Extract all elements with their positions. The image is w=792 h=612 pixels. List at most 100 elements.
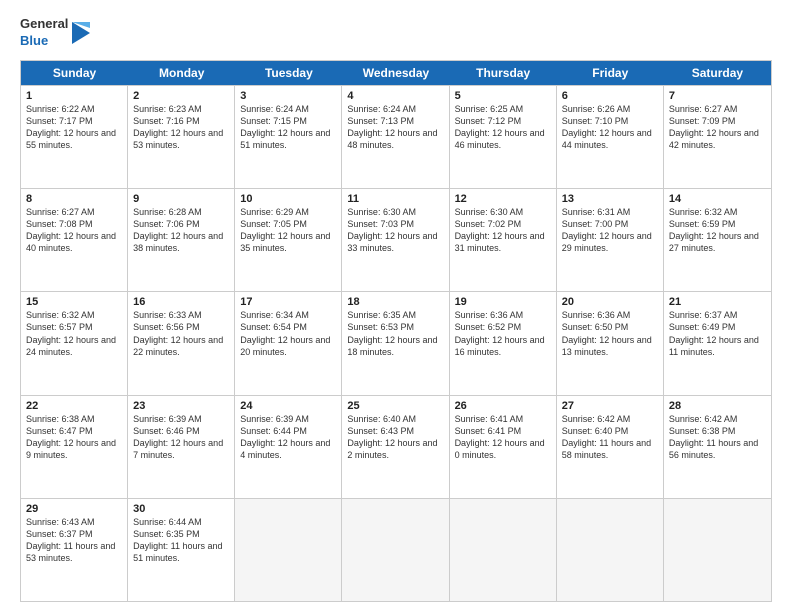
day-number: 25: [347, 400, 443, 412]
calendar-cell: 24 Sunrise: 6:39 AM Sunset: 6:44 PM Dayl…: [235, 396, 342, 498]
header-wednesday: Wednesday: [342, 61, 449, 85]
calendar-cell: 1 Sunrise: 6:22 AM Sunset: 7:17 PM Dayli…: [21, 86, 128, 188]
day-number: 18: [347, 296, 443, 308]
day-info: Sunrise: 6:30 AM Sunset: 7:03 PM Dayligh…: [347, 206, 443, 255]
calendar-row: 8 Sunrise: 6:27 AM Sunset: 7:08 PM Dayli…: [21, 188, 771, 291]
header-tuesday: Tuesday: [235, 61, 342, 85]
day-number: 28: [669, 400, 766, 412]
day-number: 8: [26, 193, 122, 205]
day-number: 22: [26, 400, 122, 412]
calendar-cell: 6 Sunrise: 6:26 AM Sunset: 7:10 PM Dayli…: [557, 86, 664, 188]
calendar-cell: 28 Sunrise: 6:42 AM Sunset: 6:38 PM Dayl…: [664, 396, 771, 498]
header-thursday: Thursday: [450, 61, 557, 85]
day-number: 24: [240, 400, 336, 412]
calendar-cell: 11 Sunrise: 6:30 AM Sunset: 7:03 PM Dayl…: [342, 189, 449, 291]
calendar-cell: 9 Sunrise: 6:28 AM Sunset: 7:06 PM Dayli…: [128, 189, 235, 291]
day-info: Sunrise: 6:28 AM Sunset: 7:06 PM Dayligh…: [133, 206, 229, 255]
calendar-cell: 18 Sunrise: 6:35 AM Sunset: 6:53 PM Dayl…: [342, 292, 449, 394]
day-info: Sunrise: 6:31 AM Sunset: 7:00 PM Dayligh…: [562, 206, 658, 255]
calendar-cell: 10 Sunrise: 6:29 AM Sunset: 7:05 PM Dayl…: [235, 189, 342, 291]
calendar-cell: 26 Sunrise: 6:41 AM Sunset: 6:41 PM Dayl…: [450, 396, 557, 498]
day-info: Sunrise: 6:42 AM Sunset: 6:38 PM Dayligh…: [669, 413, 766, 462]
day-number: 26: [455, 400, 551, 412]
day-info: Sunrise: 6:38 AM Sunset: 6:47 PM Dayligh…: [26, 413, 122, 462]
day-number: 21: [669, 296, 766, 308]
day-info: Sunrise: 6:24 AM Sunset: 7:15 PM Dayligh…: [240, 103, 336, 152]
day-info: Sunrise: 6:30 AM Sunset: 7:02 PM Dayligh…: [455, 206, 551, 255]
day-number: 14: [669, 193, 766, 205]
header-friday: Friday: [557, 61, 664, 85]
header-saturday: Saturday: [664, 61, 771, 85]
day-info: Sunrise: 6:42 AM Sunset: 6:40 PM Dayligh…: [562, 413, 658, 462]
day-number: 1: [26, 90, 122, 102]
header-sunday: Sunday: [21, 61, 128, 85]
calendar-cell: 2 Sunrise: 6:23 AM Sunset: 7:16 PM Dayli…: [128, 86, 235, 188]
day-info: Sunrise: 6:40 AM Sunset: 6:43 PM Dayligh…: [347, 413, 443, 462]
day-number: 9: [133, 193, 229, 205]
calendar-body: 1 Sunrise: 6:22 AM Sunset: 7:17 PM Dayli…: [21, 85, 771, 601]
day-number: 3: [240, 90, 336, 102]
calendar-row: 15 Sunrise: 6:32 AM Sunset: 6:57 PM Dayl…: [21, 291, 771, 394]
day-info: Sunrise: 6:36 AM Sunset: 6:52 PM Dayligh…: [455, 309, 551, 358]
day-info: Sunrise: 6:35 AM Sunset: 6:53 PM Dayligh…: [347, 309, 443, 358]
calendar-cell: 8 Sunrise: 6:27 AM Sunset: 7:08 PM Dayli…: [21, 189, 128, 291]
day-number: 13: [562, 193, 658, 205]
calendar-cell: 29 Sunrise: 6:43 AM Sunset: 6:37 PM Dayl…: [21, 499, 128, 601]
day-number: 19: [455, 296, 551, 308]
calendar-cell: 22 Sunrise: 6:38 AM Sunset: 6:47 PM Dayl…: [21, 396, 128, 498]
calendar-cell: 19 Sunrise: 6:36 AM Sunset: 6:52 PM Dayl…: [450, 292, 557, 394]
day-number: 2: [133, 90, 229, 102]
day-info: Sunrise: 6:32 AM Sunset: 6:57 PM Dayligh…: [26, 309, 122, 358]
day-number: 29: [26, 503, 122, 515]
calendar-row: 1 Sunrise: 6:22 AM Sunset: 7:17 PM Dayli…: [21, 85, 771, 188]
day-info: Sunrise: 6:34 AM Sunset: 6:54 PM Dayligh…: [240, 309, 336, 358]
day-info: Sunrise: 6:41 AM Sunset: 6:41 PM Dayligh…: [455, 413, 551, 462]
day-number: 4: [347, 90, 443, 102]
day-info: Sunrise: 6:33 AM Sunset: 6:56 PM Dayligh…: [133, 309, 229, 358]
day-info: Sunrise: 6:29 AM Sunset: 7:05 PM Dayligh…: [240, 206, 336, 255]
calendar-header: Sunday Monday Tuesday Wednesday Thursday…: [21, 61, 771, 85]
day-number: 6: [562, 90, 658, 102]
day-number: 12: [455, 193, 551, 205]
day-number: 10: [240, 193, 336, 205]
day-info: Sunrise: 6:22 AM Sunset: 7:17 PM Dayligh…: [26, 103, 122, 152]
calendar-cell: 3 Sunrise: 6:24 AM Sunset: 7:15 PM Dayli…: [235, 86, 342, 188]
day-number: 23: [133, 400, 229, 412]
day-number: 30: [133, 503, 229, 515]
day-info: Sunrise: 6:23 AM Sunset: 7:16 PM Dayligh…: [133, 103, 229, 152]
calendar-cell: 20 Sunrise: 6:36 AM Sunset: 6:50 PM Dayl…: [557, 292, 664, 394]
day-number: 17: [240, 296, 336, 308]
calendar-cell: [664, 499, 771, 601]
day-info: Sunrise: 6:32 AM Sunset: 6:59 PM Dayligh…: [669, 206, 766, 255]
calendar-cell: 12 Sunrise: 6:30 AM Sunset: 7:02 PM Dayl…: [450, 189, 557, 291]
day-number: 5: [455, 90, 551, 102]
day-number: 7: [669, 90, 766, 102]
day-info: Sunrise: 6:36 AM Sunset: 6:50 PM Dayligh…: [562, 309, 658, 358]
day-info: Sunrise: 6:39 AM Sunset: 6:44 PM Dayligh…: [240, 413, 336, 462]
header: General Blue: [20, 16, 772, 50]
calendar-cell: 30 Sunrise: 6:44 AM Sunset: 6:35 PM Dayl…: [128, 499, 235, 601]
calendar-cell: 21 Sunrise: 6:37 AM Sunset: 6:49 PM Dayl…: [664, 292, 771, 394]
calendar: Sunday Monday Tuesday Wednesday Thursday…: [20, 60, 772, 602]
calendar-cell: 23 Sunrise: 6:39 AM Sunset: 6:46 PM Dayl…: [128, 396, 235, 498]
day-info: Sunrise: 6:24 AM Sunset: 7:13 PM Dayligh…: [347, 103, 443, 152]
calendar-cell: 5 Sunrise: 6:25 AM Sunset: 7:12 PM Dayli…: [450, 86, 557, 188]
calendar-cell: 17 Sunrise: 6:34 AM Sunset: 6:54 PM Dayl…: [235, 292, 342, 394]
day-number: 16: [133, 296, 229, 308]
day-number: 20: [562, 296, 658, 308]
calendar-cell: [235, 499, 342, 601]
logo-text: General Blue: [20, 16, 68, 50]
calendar-cell: [450, 499, 557, 601]
day-info: Sunrise: 6:26 AM Sunset: 7:10 PM Dayligh…: [562, 103, 658, 152]
day-info: Sunrise: 6:27 AM Sunset: 7:09 PM Dayligh…: [669, 103, 766, 152]
day-number: 15: [26, 296, 122, 308]
calendar-row: 22 Sunrise: 6:38 AM Sunset: 6:47 PM Dayl…: [21, 395, 771, 498]
day-number: 11: [347, 193, 443, 205]
calendar-cell: [342, 499, 449, 601]
day-info: Sunrise: 6:43 AM Sunset: 6:37 PM Dayligh…: [26, 516, 122, 565]
calendar-cell: 4 Sunrise: 6:24 AM Sunset: 7:13 PM Dayli…: [342, 86, 449, 188]
calendar-cell: 7 Sunrise: 6:27 AM Sunset: 7:09 PM Dayli…: [664, 86, 771, 188]
logo-arrow-icon: [72, 18, 94, 48]
day-info: Sunrise: 6:25 AM Sunset: 7:12 PM Dayligh…: [455, 103, 551, 152]
day-number: 27: [562, 400, 658, 412]
